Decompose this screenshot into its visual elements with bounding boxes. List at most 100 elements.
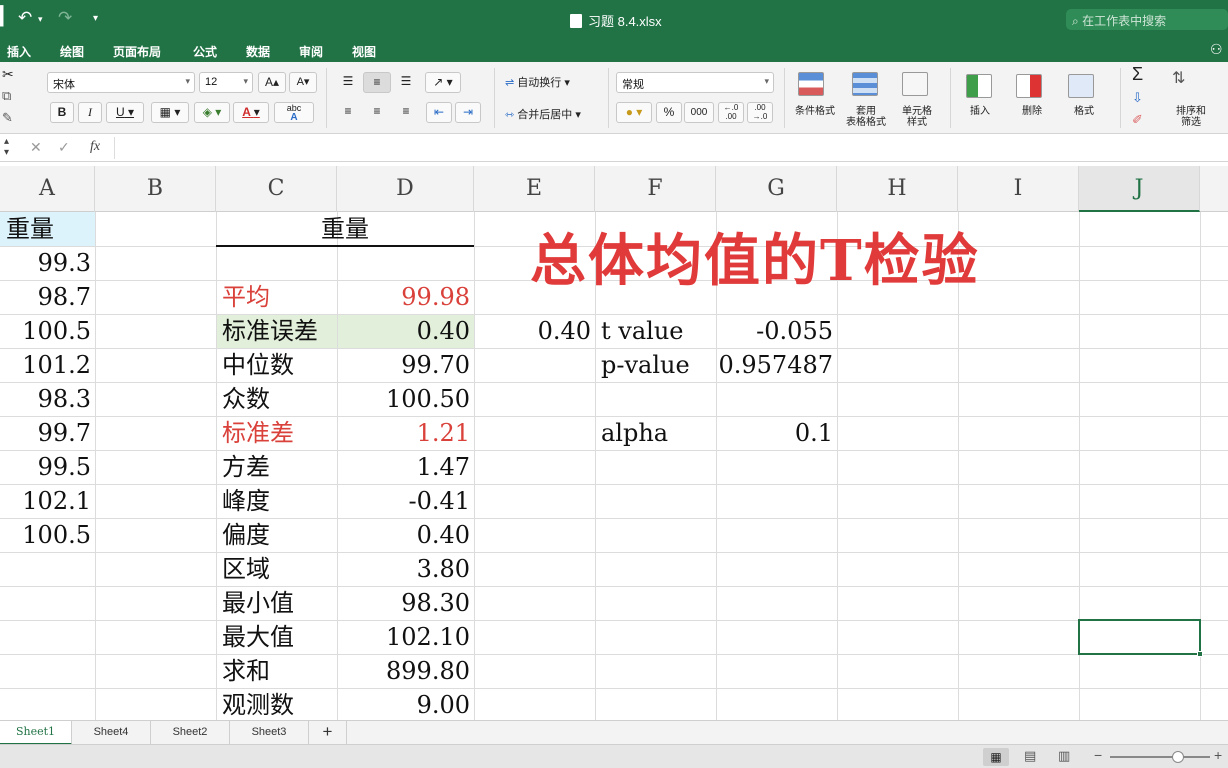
p-value-cell[interactable]: 0.957487 (716, 348, 837, 382)
stat-label-sum[interactable]: 求和 (216, 654, 337, 688)
page-break-view-icon[interactable]: ▥ (1058, 748, 1070, 764)
column-header-d[interactable]: D (337, 166, 474, 212)
cell-style-icon[interactable] (902, 72, 928, 96)
cancel-entry-icon[interactable]: ✕ (30, 139, 42, 156)
column-header-b[interactable]: B (95, 166, 216, 212)
stat-value-variance[interactable]: 1.47 (337, 450, 474, 484)
increase-indent-button[interactable]: ⇥ (455, 102, 481, 123)
decrease-decimal-button[interactable]: .00 →.0 (747, 102, 773, 123)
cell-a6[interactable]: 98.3 (0, 382, 95, 416)
underline-button[interactable]: U ▾ (106, 102, 144, 123)
conditional-format-icon[interactable] (798, 72, 824, 96)
sheet-search-input[interactable]: ⌕ 在工作表中搜索 (1066, 9, 1228, 30)
zoom-slider-thumb[interactable] (1172, 751, 1184, 763)
stat-label-count[interactable]: 观测数 (216, 688, 337, 720)
p-value-label[interactable]: p-value (595, 348, 716, 382)
column-header-e[interactable]: E (474, 166, 595, 212)
cell-style-label[interactable]: 单元格 样式 (892, 106, 942, 128)
column-header-c[interactable]: C (216, 166, 337, 212)
delete-cells-icon[interactable] (1016, 74, 1042, 98)
confirm-entry-icon[interactable]: ✓ (58, 139, 70, 156)
redo-icon[interactable]: ↷ (58, 8, 72, 28)
number-format-select[interactable]: 常规 ▾ (616, 72, 774, 93)
formula-input[interactable] (114, 137, 1224, 159)
share-icon[interactable]: ⚇ (1210, 41, 1223, 58)
fill-color-button[interactable]: ◈ ▾ (194, 102, 230, 123)
stats-header-cell[interactable]: 重量 (216, 212, 474, 246)
cell-a9[interactable]: 102.1 (0, 484, 95, 518)
format-cells-label[interactable]: 格式 (1066, 106, 1102, 117)
sheet-tab-sheet1[interactable]: Sheet1 (0, 721, 72, 745)
format-painter-icon[interactable]: ✎ (2, 110, 13, 126)
spreadsheet-grid[interactable]: 重量 99.3 98.7 100.5 101.2 98.3 99.7 99.5 … (0, 212, 1228, 720)
stat-label-range[interactable]: 区域 (216, 552, 337, 586)
stat-value-std-dev[interactable]: 1.21 (337, 416, 474, 450)
percent-button[interactable]: % (656, 102, 682, 123)
column-header-f[interactable]: F (595, 166, 716, 212)
table-format-icon[interactable] (852, 72, 878, 96)
zoom-slider[interactable] (1110, 751, 1210, 763)
name-box-stepper[interactable]: ▴ ▾ (4, 136, 9, 158)
add-sheet-button[interactable]: + (309, 721, 347, 745)
cell-e5[interactable]: 0.40 (474, 314, 595, 348)
decrease-indent-button[interactable]: ⇤ (426, 102, 452, 123)
insert-cells-icon[interactable] (966, 74, 992, 98)
copy-icon[interactable]: ⧉ (2, 88, 11, 104)
sheet-tab-sheet2[interactable]: Sheet2 (151, 721, 230, 745)
tab-page-layout[interactable]: 页面布局 (113, 43, 161, 60)
t-value-cell[interactable]: -0.055 (716, 314, 837, 348)
tab-draw[interactable]: 绘图 (60, 43, 84, 60)
insert-cells-label[interactable]: 插入 (962, 106, 998, 117)
stat-value-maximum[interactable]: 102.10 (337, 620, 474, 654)
stat-value-minimum[interactable]: 98.30 (337, 586, 474, 620)
cell-a10[interactable]: 100.5 (0, 518, 95, 552)
selected-cell-j13[interactable] (1078, 619, 1203, 657)
sidebar-toggle-icon[interactable]: ▎ (0, 6, 14, 27)
column-header-h[interactable]: H (837, 166, 958, 212)
column-header-g[interactable]: G (716, 166, 837, 212)
cell-a4[interactable]: 100.5 (0, 314, 95, 348)
comma-style-button[interactable]: 000 (684, 102, 714, 123)
tab-formulas[interactable]: 公式 (193, 43, 217, 60)
orientation-button[interactable]: ↗ ▾ (425, 72, 461, 93)
conditional-format-label[interactable]: 条件格式 (790, 106, 840, 117)
cell-a7[interactable]: 99.7 (0, 416, 95, 450)
accounting-format-button[interactable]: ● ▾ (616, 102, 652, 123)
wrap-text-button[interactable]: ⇌ 自动换行 ▾ (505, 74, 570, 90)
cell-a3[interactable]: 98.7 (0, 280, 95, 314)
column-header-j[interactable]: J (1079, 166, 1200, 212)
zoom-in-icon[interactable]: + (1214, 747, 1222, 763)
stat-label-maximum[interactable]: 最大值 (216, 620, 337, 654)
customize-toolbar-icon[interactable]: ▾ (93, 13, 98, 24)
shrink-font-button[interactable]: A▾ (289, 72, 317, 93)
merge-center-button[interactable]: ⇿ 合并后居中 ▾ (505, 106, 581, 122)
font-color-button[interactable]: A ▾ (233, 102, 269, 123)
cell-a1[interactable]: 重量 (0, 212, 95, 246)
undo-icon[interactable]: ↶ (18, 8, 32, 28)
sort-filter-label[interactable]: 排序和 筛选 (1166, 106, 1216, 128)
normal-view-icon[interactable]: ▦ (983, 748, 1009, 766)
bold-button[interactable]: B (50, 102, 74, 123)
autosum-icon[interactable]: Σ (1132, 64, 1143, 85)
align-center-button[interactable]: ≡ (363, 102, 391, 123)
tab-review[interactable]: 审阅 (299, 43, 323, 60)
sheet-tab-sheet3[interactable]: Sheet3 (230, 721, 309, 745)
stat-value-sum[interactable]: 899.80 (337, 654, 474, 688)
fill-down-icon[interactable]: ⇩ (1132, 90, 1143, 106)
stat-value-kurtosis[interactable]: -0.41 (337, 484, 474, 518)
grow-font-button[interactable]: A▴ (258, 72, 286, 93)
align-right-button[interactable]: ≡ (392, 102, 420, 123)
cell-a5[interactable]: 101.2 (0, 348, 95, 382)
phonetic-guide-button[interactable]: abc A (274, 102, 314, 123)
stat-label-std-error[interactable]: 标准误差 (216, 314, 356, 348)
t-value-label[interactable]: t value (595, 314, 716, 348)
stat-label-mean[interactable]: 平均 (216, 280, 337, 314)
stat-value-count[interactable]: 9.00 (337, 688, 474, 720)
font-size-select[interactable]: 12 ▾ (199, 72, 253, 93)
column-header-i[interactable]: I (958, 166, 1079, 212)
borders-button[interactable]: ▦ ▾ (151, 102, 189, 123)
page-layout-view-icon[interactable]: ▤ (1024, 748, 1036, 764)
delete-cells-label[interactable]: 删除 (1014, 106, 1050, 117)
stat-label-median[interactable]: 中位数 (216, 348, 337, 382)
fill-handle[interactable] (1197, 651, 1203, 657)
